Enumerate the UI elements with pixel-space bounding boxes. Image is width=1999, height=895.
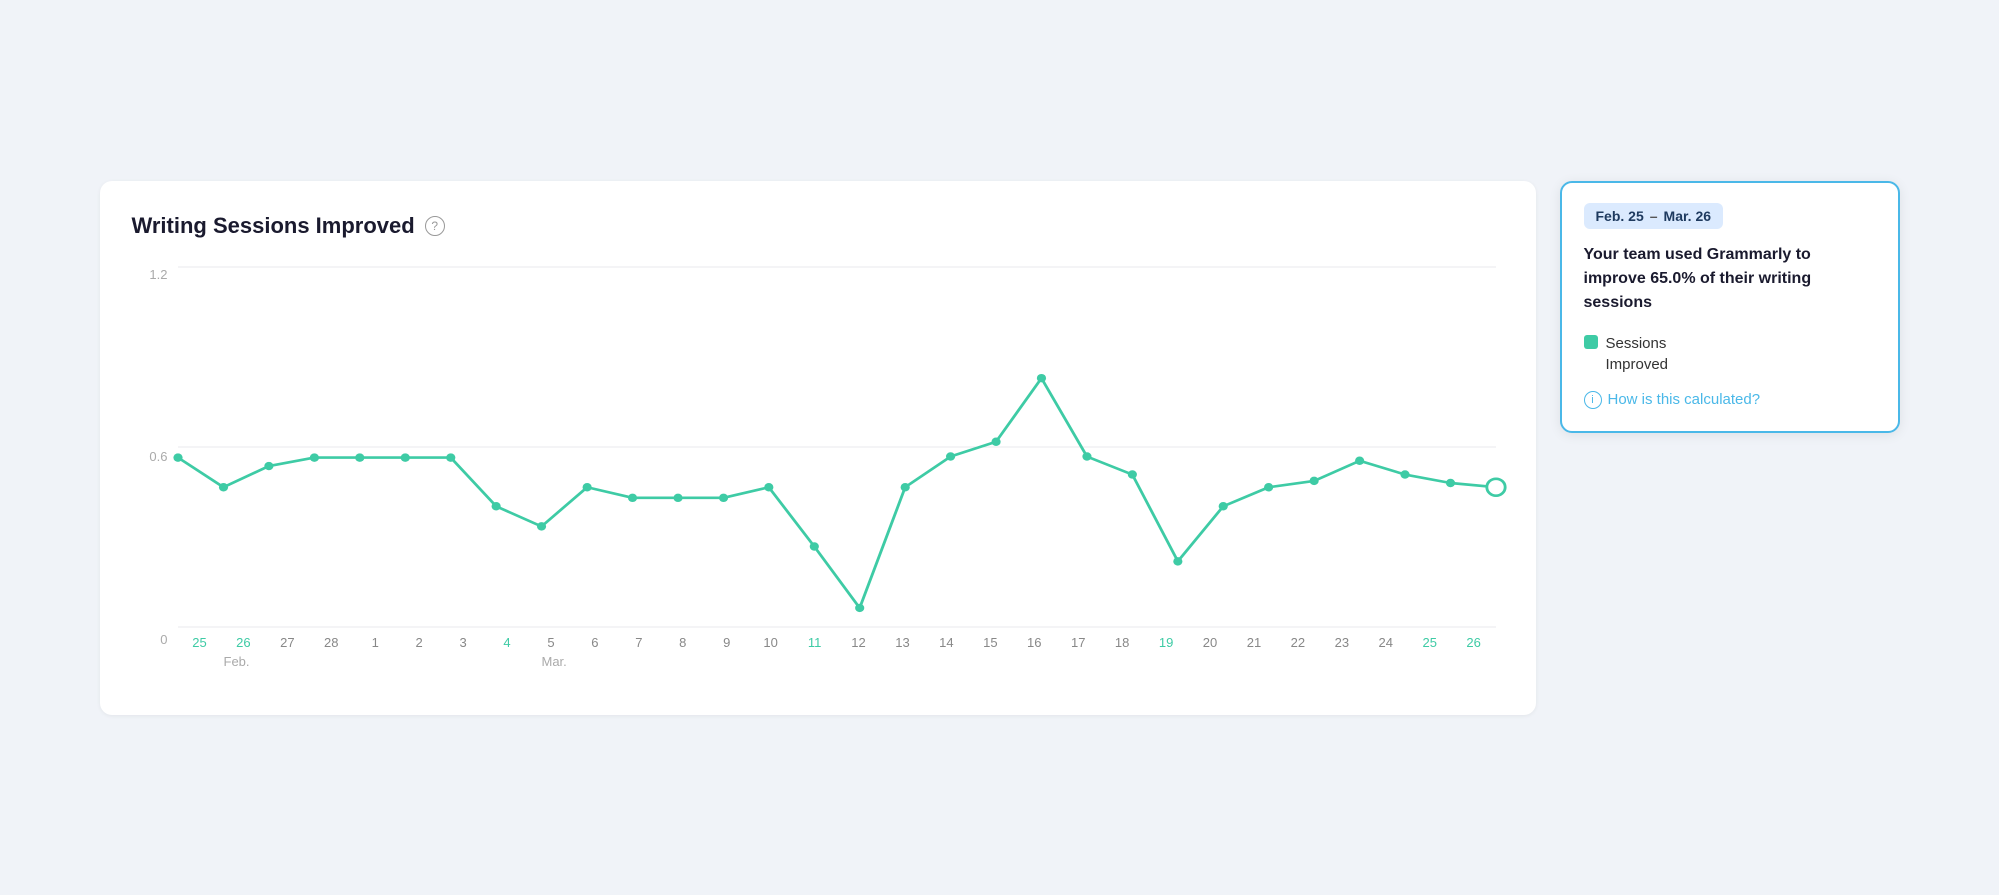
dot-4 [355, 453, 364, 461]
x-axis: 25 26 27 28 1 2 3 4 5 6 7 8 9 10 11 12 1 [178, 627, 1496, 687]
x-label-4: 4 [485, 635, 529, 650]
line-chart-svg [178, 267, 1496, 627]
info-icon: i [1584, 391, 1602, 409]
x-label-28: 28 [309, 635, 353, 650]
date-badge: Feb. 25 – Mar. 26 [1584, 203, 1724, 229]
dot-25 [1309, 476, 1318, 484]
x-label-25-feb: 25 [178, 635, 222, 650]
dot-9 [582, 483, 591, 491]
x-label-21: 21 [1232, 635, 1276, 650]
x-label-17: 17 [1056, 635, 1100, 650]
y-axis-labels: 1.2 0.6 0 [132, 267, 168, 647]
x-label-13: 13 [881, 635, 925, 650]
dot-26 [1355, 456, 1364, 464]
dot-active [1486, 478, 1504, 495]
x-label-7: 7 [617, 635, 661, 650]
x-label-20: 20 [1188, 635, 1232, 650]
chart-title-text: Writing Sessions Improved [132, 213, 415, 239]
x-label-22: 22 [1276, 635, 1320, 650]
x-label-9: 9 [705, 635, 749, 650]
chart-title: Writing Sessions Improved ? [132, 213, 1496, 239]
x-label-15: 15 [968, 635, 1012, 650]
dot-1 [218, 483, 227, 491]
x-date-labels: 25 26 27 28 1 2 3 4 5 6 7 8 9 10 11 12 1 [178, 627, 1496, 650]
calculated-link[interactable]: i How is this calculated? [1584, 391, 1876, 409]
date-to: Mar. 26 [1664, 208, 1711, 224]
dot-8 [536, 522, 545, 530]
x-label-16: 16 [1012, 635, 1056, 650]
x-label-25-mar: 25 [1408, 635, 1452, 650]
dot-18 [991, 437, 1000, 445]
x-month-row: Feb. Mar. [178, 650, 1496, 669]
dot-22 [1173, 557, 1182, 565]
x-label-23: 23 [1320, 635, 1364, 650]
legend-dot-sessions [1584, 335, 1598, 349]
x-label-19: 19 [1144, 635, 1188, 650]
data-line [178, 378, 1496, 608]
dot-10 [627, 493, 636, 501]
dot-23 [1218, 502, 1227, 510]
dot-13 [764, 483, 773, 491]
feb-label: Feb. [224, 654, 389, 669]
dot-16 [900, 483, 909, 491]
x-label-5: 5 [529, 635, 573, 650]
date-separator: – [1650, 208, 1658, 224]
calculated-link-text: How is this calculated? [1608, 391, 1761, 408]
x-label-3: 3 [441, 635, 485, 650]
y-label-bot: 0 [132, 632, 168, 647]
x-label-26-feb: 26 [221, 635, 265, 650]
dot-21 [1127, 470, 1136, 478]
x-label-12: 12 [837, 635, 881, 650]
x-label-2: 2 [397, 635, 441, 650]
mar-label: Mar. [541, 654, 566, 669]
dot-15 [855, 603, 864, 611]
dot-3 [309, 453, 318, 461]
x-label-8: 8 [661, 635, 705, 650]
chart-card: Writing Sessions Improved ? 1.2 0.6 0 [100, 181, 1536, 715]
dot-17 [945, 452, 954, 460]
x-label-1: 1 [353, 635, 397, 650]
x-label-24: 24 [1364, 635, 1408, 650]
dot-24 [1264, 483, 1273, 491]
dot-0 [173, 453, 182, 461]
x-label-10: 10 [749, 635, 793, 650]
dot-19 [1036, 373, 1045, 381]
x-label-14: 14 [924, 635, 968, 650]
page-container: Writing Sessions Improved ? 1.2 0.6 0 [100, 181, 1900, 715]
x-label-6: 6 [573, 635, 617, 650]
dot-11 [673, 493, 682, 501]
dot-28 [1445, 478, 1454, 486]
y-label-top: 1.2 [132, 267, 168, 282]
x-label-27: 27 [265, 635, 309, 650]
dot-7 [491, 502, 500, 510]
dot-14 [809, 542, 818, 550]
legend-item: SessionsImproved [1584, 333, 1876, 375]
tooltip-card: Feb. 25 – Mar. 26 Your team used Grammar… [1560, 181, 1900, 433]
dot-20 [1082, 452, 1091, 460]
x-label-11: 11 [793, 635, 837, 650]
y-label-mid: 0.6 [132, 449, 168, 464]
help-icon[interactable]: ? [425, 216, 445, 236]
chart-plot [178, 267, 1496, 627]
chart-area: 1.2 0.6 0 [132, 267, 1496, 687]
dot-12 [718, 493, 727, 501]
date-from: Feb. 25 [1596, 208, 1644, 224]
x-label-18: 18 [1100, 635, 1144, 650]
dot-5 [400, 453, 409, 461]
x-label-26-mar: 26 [1452, 635, 1496, 650]
dot-27 [1400, 470, 1409, 478]
legend-label-sessions: SessionsImproved [1606, 333, 1669, 375]
tooltip-summary: Your team used Grammarly to improve 65.0… [1584, 243, 1876, 315]
dot-6 [446, 453, 455, 461]
dot-2 [264, 461, 273, 469]
